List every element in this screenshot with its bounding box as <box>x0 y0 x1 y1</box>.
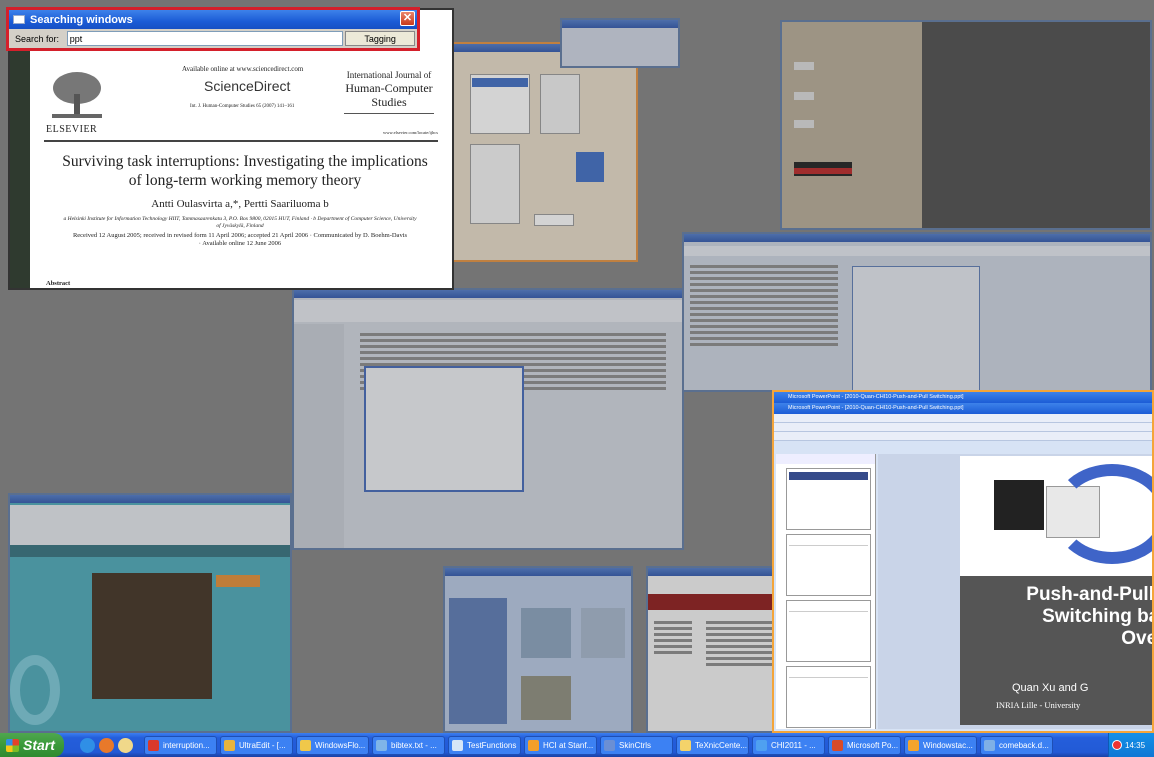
taskbar-button[interactable]: UltraEdit - [... <box>220 735 293 755</box>
search-label: Search for: <box>15 33 60 44</box>
window-thumbnail-code-editor[interactable] <box>682 232 1152 392</box>
close-button[interactable]: ✕ <box>400 11 415 26</box>
slide-authors: Quan Xu and G <box>1012 682 1089 694</box>
taskbar-button[interactable]: SkinCtrls <box>600 735 673 755</box>
taskbar: Start interruption... UltraEdit - [... Win… <box>0 733 1154 757</box>
paper-dates: Received 12 August 2005; received in rev… <box>72 232 408 247</box>
ppt-toolbar <box>774 423 1152 432</box>
quick-launch <box>64 737 141 753</box>
window-thumbnail-chi2011-browser[interactable] <box>8 493 292 733</box>
start-button[interactable]: Start <box>0 733 64 757</box>
tagging-button[interactable]: Tagging <box>345 31 415 46</box>
ie-icon[interactable] <box>80 737 95 753</box>
taskbar-button[interactable]: WindowsFlo... <box>296 735 369 755</box>
search-dialog-titlebar[interactable]: Searching windows ✕ <box>9 10 417 29</box>
task-label: HCI at Stanf... <box>543 740 594 750</box>
task-label: comeback.d... <box>999 740 1049 750</box>
available-online-text: Available online at www.sciencedirect.co… <box>182 65 304 73</box>
publisher-name: ELSEVIER <box>46 124 98 135</box>
paper-title: Surviving task interruptions: Investigat… <box>62 153 428 189</box>
task-label: bibtex.txt - ... <box>391 740 437 750</box>
abstract-heading: Abstract <box>46 280 71 287</box>
task-app-icon <box>680 739 691 751</box>
task-app-icon <box>300 739 311 751</box>
task-app-icon <box>376 739 387 751</box>
window-icon <box>13 15 25 24</box>
taskbar-button[interactable]: TeXnicCente... <box>676 735 749 755</box>
task-list: interruption... UltraEdit - [... WindowsFl… <box>141 735 1053 755</box>
ppt-current-slide: Push-and-Pull Swi Switching based Overla… <box>960 456 1152 725</box>
task-label: CHI2011 - ... <box>771 740 816 750</box>
window-overview-desktop: ELSEVIER Available online at www.science… <box>0 0 1154 733</box>
ppt-slide-panel <box>776 454 876 729</box>
taskbar-button[interactable]: HCI at Stanf... <box>524 735 597 755</box>
slide-thumbnail[interactable] <box>786 468 871 530</box>
task-app-icon <box>984 739 995 751</box>
slide-thumbnail[interactable] <box>786 534 871 596</box>
paper-authors: Antti Oulasvirta a,*, Pertti Saariluoma … <box>151 198 329 210</box>
search-windows-dialog: Searching windows ✕ Search for: Tagging <box>6 7 420 51</box>
elsevier-tree-logo <box>52 72 102 118</box>
taskbar-button[interactable]: TestFunctions <box>448 735 521 755</box>
ppt-menubar <box>774 414 1152 423</box>
slide-thumbnail[interactable] <box>786 600 871 662</box>
cycle-arrow-graphic <box>1052 464 1152 564</box>
ppt-titlebar-back: Microsoft PowerPoint - [2010-Quan-CHI10-… <box>774 392 1152 403</box>
ppt-format-toolbar <box>774 432 1152 441</box>
clock: 14:35 <box>1125 740 1146 750</box>
task-app-icon <box>224 739 235 751</box>
search-dialog-title: Searching windows <box>30 13 133 26</box>
journal-url: www.elsevier.com/locate/ijhcs <box>383 130 438 135</box>
window-thumbnail-editor-top[interactable] <box>560 18 680 68</box>
window-thumbnail-dialog-dark[interactable] <box>780 20 1152 230</box>
tray-status-icon[interactable] <box>1112 740 1122 750</box>
firefox-icon[interactable] <box>99 737 114 753</box>
task-label: Windowstac... <box>923 740 973 750</box>
slide-thumbnail[interactable] <box>786 666 871 728</box>
ppt-titlebar: Microsoft PowerPoint - [2010-Quan-CHI10-… <box>774 403 1152 414</box>
journal-reference: Int. J. Human-Computer Studies 65 (2007)… <box>190 104 295 109</box>
window-thumbnail-stanford-hci[interactable] <box>646 566 780 733</box>
task-app-icon <box>148 739 159 751</box>
taskbar-button[interactable]: Windowstac... <box>904 735 977 755</box>
taskbar-button[interactable]: Microsoft Po... <box>828 735 901 755</box>
search-input[interactable] <box>66 31 344 46</box>
app-icon[interactable] <box>118 737 133 753</box>
task-label: interruption... <box>163 740 210 750</box>
window-thumbnail-photo-viewer[interactable] <box>443 566 633 733</box>
taskbar-button[interactable]: bibtex.txt - ... <box>372 735 445 755</box>
task-label: TeXnicCente... <box>695 740 748 750</box>
task-label: TestFunctions <box>467 740 517 750</box>
task-app-icon <box>452 739 463 751</box>
task-label: WindowsFlo... <box>315 740 366 750</box>
sciencedirect-logo-text: ScienceDirect <box>204 78 291 94</box>
taskbar-button[interactable]: comeback.d... <box>980 735 1053 755</box>
taskbar-button[interactable]: interruption... <box>144 735 217 755</box>
task-app-icon <box>756 739 767 751</box>
task-app-icon <box>908 739 919 751</box>
task-app-icon <box>528 739 539 751</box>
window-thumbnail-form-designer[interactable] <box>448 42 638 262</box>
search-row: Search for: Tagging <box>9 29 417 48</box>
system-tray: 14:35 <box>1108 733 1154 757</box>
task-label: UltraEdit - [... <box>239 740 286 750</box>
taskbar-button[interactable]: CHI2011 - ... <box>752 735 825 755</box>
window-thumbnail-powerpoint[interactable]: Microsoft PowerPoint - [2010-Quan-CHI10-… <box>772 390 1154 733</box>
header-rule <box>44 140 438 142</box>
window-thumbnail-ultraedit[interactable] <box>292 288 684 550</box>
paper-affiliation: a Helsinki Institute for Information Tec… <box>63 216 417 229</box>
ppt-panel-tabs <box>776 454 875 464</box>
journal-name: International Journal of Human-Computer … <box>344 70 434 114</box>
windows-flag-icon <box>6 738 19 752</box>
ppt-editing-area: Push-and-Pull Swi Switching based Overla… <box>878 454 1152 729</box>
slide-title: Push-and-Pull Swi Switching based Overla… <box>1026 584 1152 649</box>
task-label: Microsoft Po... <box>847 740 899 750</box>
task-app-icon <box>832 739 843 751</box>
task-app-icon <box>604 739 615 751</box>
slide-institution: INRIA Lille - University <box>996 700 1081 710</box>
task-label: SkinCtrls <box>619 740 652 750</box>
